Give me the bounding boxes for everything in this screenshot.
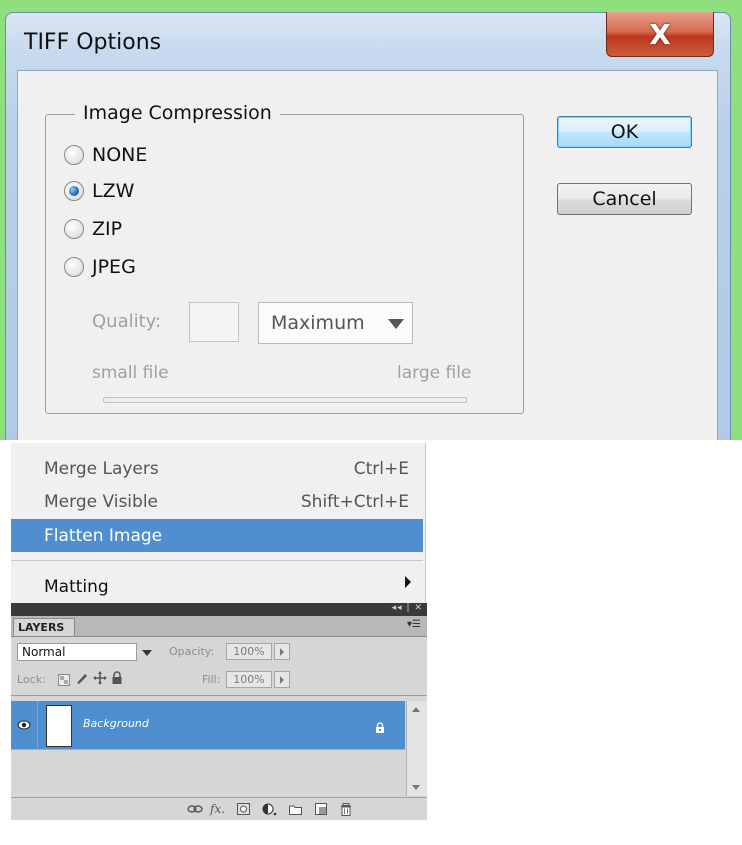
layer-row-background[interactable]: Background	[11, 701, 405, 750]
opacity-label: Opacity:	[169, 645, 215, 658]
fill-label: Fill:	[202, 673, 221, 686]
quality-select[interactable]: Maximum	[258, 302, 413, 344]
menu-item-shortcut: Ctrl+E	[353, 459, 409, 479]
panel-divider	[11, 695, 427, 696]
layer-list-scrollbar[interactable]	[406, 701, 427, 796]
fill-input[interactable]: 100%	[226, 671, 272, 688]
blend-mode-select[interactable]: Normal	[17, 643, 137, 661]
lock-position-icon[interactable]	[93, 670, 107, 689]
menu-item-matting[interactable]: Matting	[11, 571, 423, 603]
radio-lzw-label: LZW	[92, 180, 135, 202]
panel-title-bar: ◂◂ | ✕	[11, 603, 427, 616]
fill-slider-button[interactable]	[274, 671, 290, 688]
dialog-title: TIFF Options	[24, 30, 162, 55]
radio-zip-label: ZIP	[92, 218, 123, 240]
adjustment-icon[interactable]	[262, 802, 278, 816]
tab-layers[interactable]: LAYERS	[13, 618, 75, 636]
panel-menu-icon[interactable]: ▾☰	[407, 619, 421, 630]
menu-item-label: Merge Visible	[44, 492, 159, 512]
layers-panel: ◂◂ | ✕ LAYERS ▾☰ Normal Opacity: 100% Lo…	[11, 603, 427, 820]
layer-thumbnail[interactable]	[46, 705, 72, 747]
radio-lzw-circle[interactable]	[64, 181, 84, 201]
quality-slider[interactable]	[103, 397, 467, 403]
lock-icon	[375, 719, 385, 738]
close-button[interactable]: X	[606, 12, 714, 57]
menu-item-flatten-image[interactable]: Flatten Image	[11, 519, 423, 552]
lock-all-icon[interactable]	[111, 670, 123, 689]
fx-icon[interactable]: fx.	[210, 802, 225, 816]
layers-bottom-toolbar: fx.	[11, 797, 427, 820]
image-compression-legend: Image Compression	[75, 102, 280, 124]
radio-none[interactable]: NONE	[64, 144, 147, 166]
menu-separator	[11, 560, 423, 561]
layer-list: Background	[11, 701, 405, 796]
menu-item-shortcut: Shift+Ctrl+E	[300, 492, 409, 512]
quality-select-value: Maximum	[271, 312, 365, 334]
lock-pixels-icon[interactable]	[75, 670, 89, 689]
scroll-up-icon[interactable]	[412, 707, 420, 712]
opacity-input[interactable]: 100%	[226, 643, 272, 660]
chevron-down-icon	[388, 319, 404, 329]
small-file-label: small file	[92, 363, 169, 383]
large-file-label: large file	[397, 363, 472, 383]
lock-label: Lock:	[17, 673, 46, 686]
radio-jpeg[interactable]: JPEG	[64, 256, 136, 278]
mask-icon[interactable]	[237, 802, 250, 816]
radio-lzw[interactable]: LZW	[64, 180, 134, 202]
radio-none-label: NONE	[92, 144, 148, 166]
layer-context-menu: Merge Layers Ctrl+E Merge Visible Shift+…	[11, 443, 426, 603]
menu-item-label: Flatten Image	[44, 525, 163, 546]
new-layer-icon[interactable]	[315, 802, 327, 816]
link-icon[interactable]	[187, 802, 203, 816]
panel-tab-bar: LAYERS	[11, 616, 427, 637]
radio-zip-circle[interactable]	[64, 219, 84, 239]
quality-input[interactable]	[189, 302, 239, 342]
close-icon: X	[649, 17, 671, 51]
opacity-slider-button[interactable]	[274, 643, 290, 660]
ok-button[interactable]: OK	[557, 116, 692, 148]
folder-icon[interactable]	[289, 802, 302, 816]
menu-item-label: Merge Layers	[44, 459, 159, 479]
menu-item-merge-visible[interactable]: Merge Visible Shift+Ctrl+E	[11, 486, 423, 518]
radio-none-circle[interactable]	[64, 145, 84, 165]
trash-icon[interactable]	[340, 802, 352, 816]
radio-zip[interactable]: ZIP	[64, 218, 122, 240]
submenu-arrow-icon	[405, 576, 411, 588]
layer-name[interactable]: Background	[83, 717, 149, 730]
eye-icon	[17, 720, 31, 730]
chevron-down-icon[interactable]	[142, 650, 152, 656]
cancel-button[interactable]: Cancel	[557, 183, 692, 215]
panel-window-controls[interactable]: ◂◂ | ✕	[392, 603, 423, 613]
tiff-options-dialog: TIFF Options X Image Compression NONE LZ…	[0, 0, 742, 440]
lock-transparent-icon[interactable]	[58, 671, 70, 690]
scroll-down-icon[interactable]	[412, 785, 420, 790]
layer-visibility-toggle[interactable]	[11, 701, 38, 749]
radio-jpeg-label: JPEG	[92, 256, 136, 278]
menu-item-merge-layers[interactable]: Merge Layers Ctrl+E	[11, 453, 423, 485]
quality-label: Quality:	[92, 311, 162, 332]
radio-jpeg-circle[interactable]	[64, 257, 84, 277]
menu-item-label: Matting	[44, 577, 109, 597]
